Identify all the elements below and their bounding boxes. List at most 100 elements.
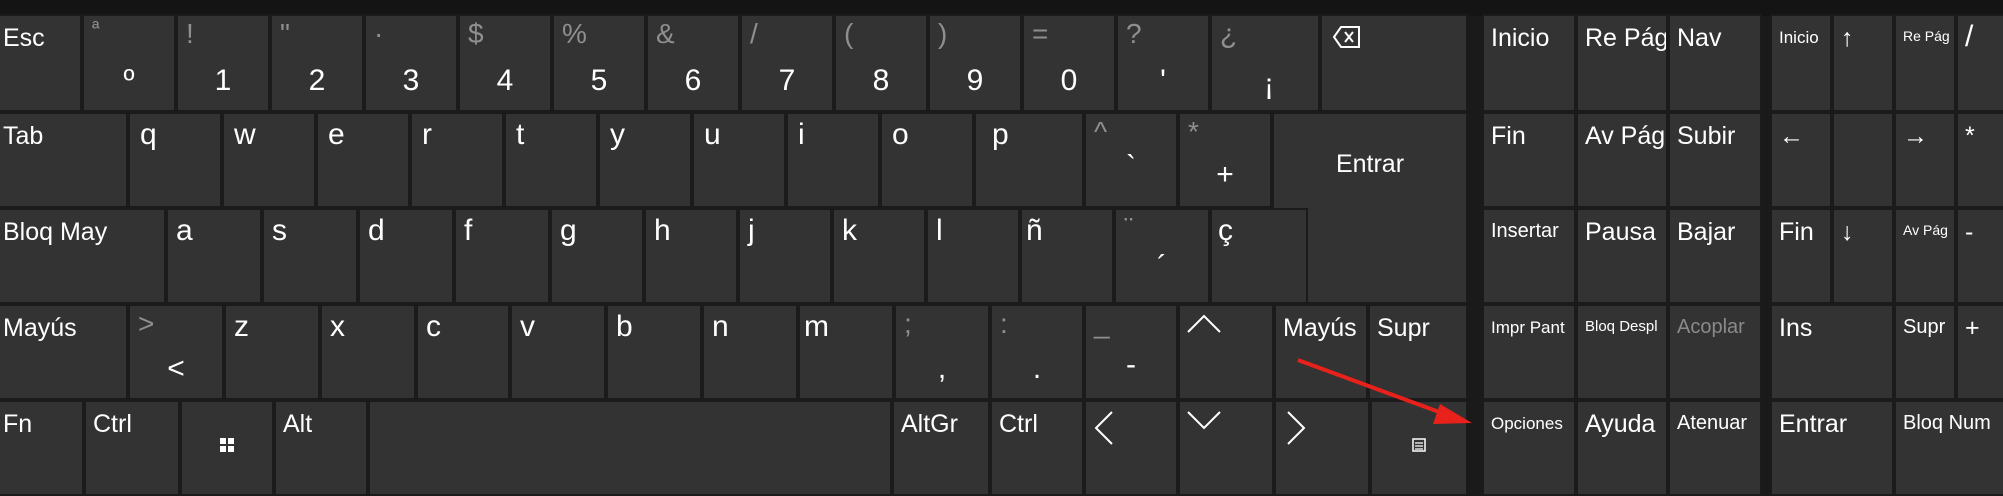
key-page-up[interactable]: Re Pág [1576,14,1668,112]
key-4[interactable]: $ 4 [458,14,552,112]
key-plus[interactable]: * + [1178,112,1272,208]
key-3[interactable]: · 3 [364,14,458,112]
key-windows[interactable] [180,400,274,496]
key-f[interactable]: f [454,208,550,304]
numpad-end[interactable]: Fin [1770,208,1832,304]
key-q[interactable]: q [128,112,222,208]
key-help[interactable]: Ayuda [1576,400,1668,496]
numpad-divide[interactable]: / [1956,14,2003,112]
key-2[interactable]: " 2 [270,14,364,112]
key-space[interactable] [368,400,892,496]
key-arrow-right[interactable] [1274,400,1370,496]
key-n[interactable]: n [702,304,798,400]
key-minus[interactable]: _ - [1084,304,1178,400]
key-1[interactable]: ! 1 [176,14,270,112]
key-d[interactable]: d [358,208,454,304]
numpad-insert[interactable]: Ins [1770,304,1894,400]
key-comma[interactable]: ; , [894,304,990,400]
key-b[interactable]: b [606,304,702,400]
key-0[interactable]: = 0 [1022,14,1116,112]
key-inverted-exclamation[interactable]: ¿ ¡ [1210,14,1320,112]
key-c-cedilla[interactable]: ç [1210,208,1308,304]
key-fn[interactable]: Fn [0,400,84,496]
key-delete[interactable]: Supr [1368,304,1468,400]
key-less-than[interactable]: > < [128,304,224,400]
key-arrow-left[interactable] [1084,400,1178,496]
key-dock[interactable]: Acoplar [1668,304,1762,400]
key-pause[interactable]: Pausa [1576,208,1668,304]
numpad-home[interactable]: Inicio [1770,14,1832,112]
key-m[interactable]: m [798,304,894,400]
key-left-alt[interactable]: Alt [274,400,368,496]
key-nav[interactable]: Nav [1668,14,1762,112]
key-o[interactable]: o [880,112,974,208]
key-c[interactable]: c [416,304,510,400]
key-u[interactable]: u [692,112,786,208]
key-n-tilde[interactable]: ñ [1020,208,1114,304]
key-left-ctrl[interactable]: Ctrl [84,400,180,496]
numpad-left[interactable]: ← [1770,112,1832,208]
key-fade[interactable]: Atenuar [1668,400,1762,496]
key-backspace[interactable] [1320,14,1468,112]
key-s[interactable]: s [262,208,358,304]
key-9[interactable]: ) 9 [928,14,1022,112]
key-home[interactable]: Inicio [1482,14,1576,112]
key-arrow-up[interactable] [1178,304,1274,400]
key-h[interactable]: h [644,208,738,304]
key-move-down[interactable]: Bajar [1668,208,1762,304]
key-grave[interactable]: ^ ` [1084,112,1178,208]
key-p[interactable]: p [974,112,1084,208]
numpad-page-down[interactable]: Av Pág [1894,208,1956,304]
key-i[interactable]: i [786,112,880,208]
key-k[interactable]: k [832,208,926,304]
key-options[interactable]: Opciones [1482,400,1576,496]
key-6[interactable]: & 6 [646,14,740,112]
key-e[interactable]: e [316,112,410,208]
numpad-delete[interactable]: Supr [1894,304,1956,400]
key-apostrophe[interactable]: ? ' [1116,14,1210,112]
key-left-shift[interactable]: Mayús [0,304,128,400]
key-esc[interactable]: Esc [0,14,82,112]
numpad-up[interactable]: ↑ [1832,14,1894,112]
key-move-up[interactable]: Subir [1668,112,1762,208]
key-l[interactable]: l [926,208,1020,304]
key-j[interactable]: j [738,208,832,304]
numpad-add[interactable]: + [1956,304,2003,400]
key-right-ctrl[interactable]: Ctrl [990,400,1084,496]
key-label: Nav [1677,24,1722,52]
numpad-num-lock[interactable]: Bloq Num [1894,400,2003,496]
numpad-page-up[interactable]: Re Pág [1894,14,1956,112]
key-z[interactable]: z [224,304,320,400]
key-7[interactable]: / 7 [740,14,834,112]
key-a[interactable]: a [166,208,262,304]
key-x[interactable]: x [320,304,416,400]
key-right-shift[interactable]: Mayús [1274,304,1368,400]
key-r[interactable]: r [410,112,504,208]
numpad-5[interactable] [1832,112,1894,208]
key-period[interactable]: : . [990,304,1084,400]
key-page-down[interactable]: Av Pág [1576,112,1668,208]
numpad-multiply[interactable]: * [1956,112,2003,208]
numpad-enter[interactable]: Entrar [1770,400,1894,496]
key-scroll-lock[interactable]: Bloq Despl [1576,304,1668,400]
key-5[interactable]: % 5 [552,14,646,112]
numpad-subtract[interactable]: - [1956,208,2003,304]
key-context-menu[interactable] [1370,400,1468,496]
key-caps-lock[interactable]: Bloq May [0,208,166,304]
key-g[interactable]: g [550,208,644,304]
key-8[interactable]: ( 8 [834,14,928,112]
key-t[interactable]: t [504,112,598,208]
key-end[interactable]: Fin [1482,112,1576,208]
key-print-screen[interactable]: Impr Pant [1482,304,1576,400]
key-tab[interactable]: Tab [0,112,128,208]
key-arrow-down[interactable] [1178,400,1274,496]
key-altgr[interactable]: AltGr [892,400,990,496]
key-w[interactable]: w [222,112,316,208]
key-acute[interactable]: ¨ ´ [1114,208,1210,304]
key-v[interactable]: v [510,304,606,400]
numpad-down[interactable]: ↓ [1832,208,1894,304]
key-insert[interactable]: Insertar [1482,208,1576,304]
key-masculine-ordinal[interactable]: ª º [82,14,176,112]
key-y[interactable]: y [598,112,692,208]
numpad-right[interactable]: → [1894,112,1956,208]
